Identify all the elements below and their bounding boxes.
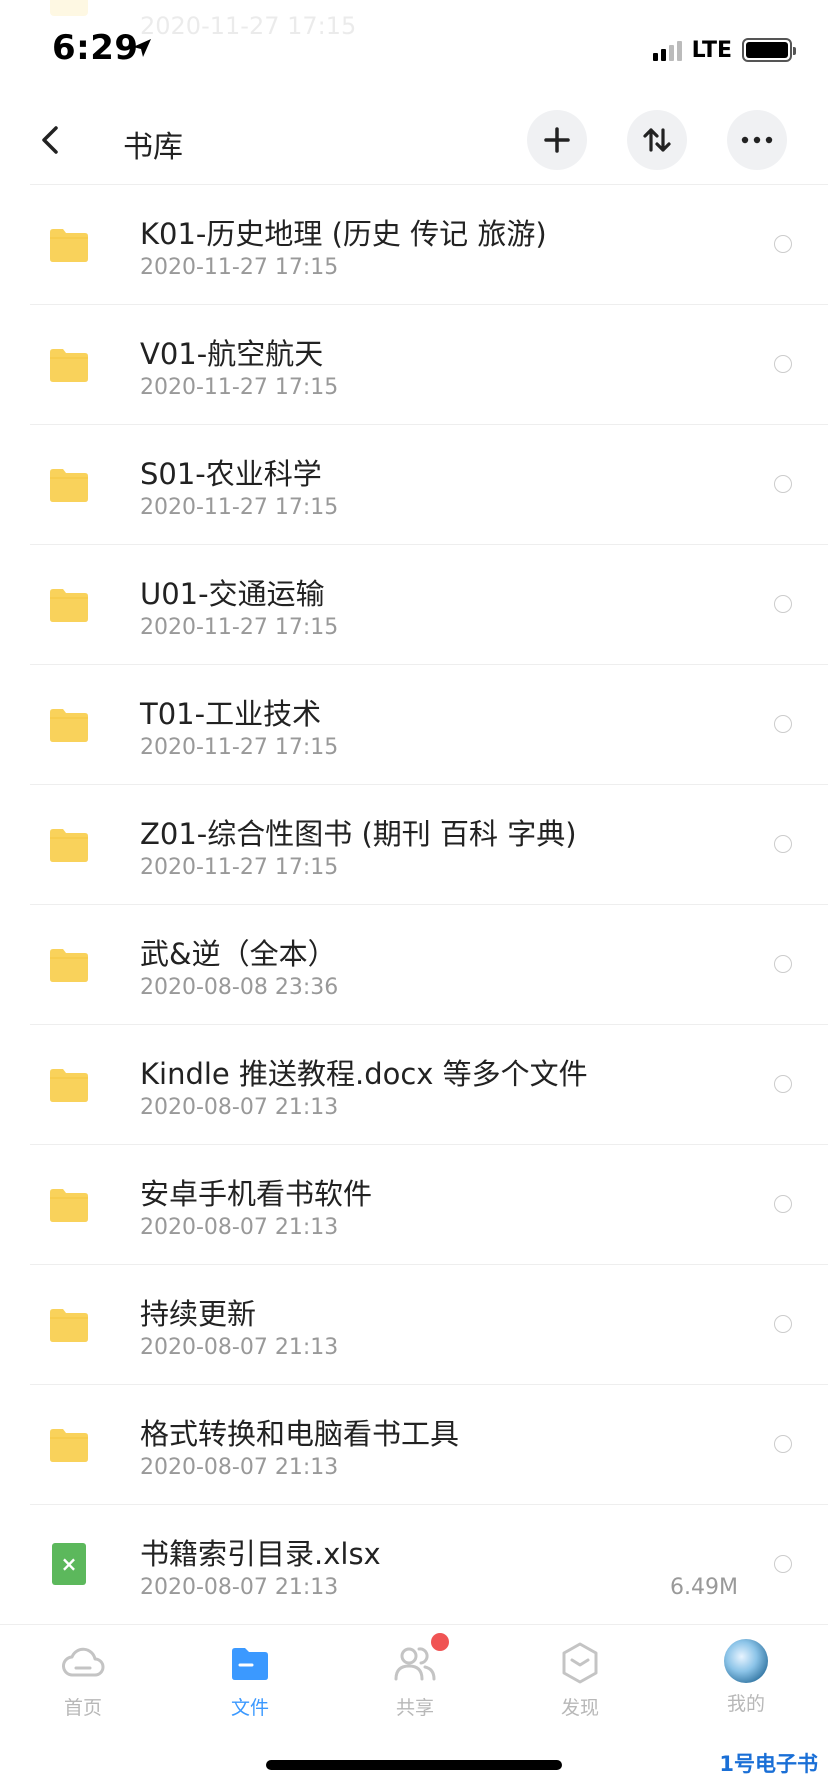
excel-file-icon: ×: [52, 1543, 86, 1585]
nav-bar: 书库: [0, 100, 828, 184]
folder-icon: [50, 469, 88, 502]
sort-button[interactable]: [627, 110, 687, 170]
file-name: S01-农业科学: [140, 457, 322, 491]
tab-files[interactable]: 文件: [190, 1639, 310, 1729]
signal-icon: [652, 39, 682, 61]
page-title: 书库: [123, 130, 183, 165]
file-list-item[interactable]: × 书籍索引目录.xlsx 2020-08-07 21:13 6.49M: [30, 1504, 828, 1624]
select-radio[interactable]: [774, 715, 792, 733]
select-radio[interactable]: [774, 1435, 792, 1453]
home-indicator: [266, 1760, 562, 1770]
file-date: 2020-08-07 21:13: [140, 1455, 339, 1480]
battery-icon: [742, 38, 796, 62]
tab-mine[interactable]: 我的: [686, 1639, 806, 1729]
tab-share[interactable]: 共享: [355, 1633, 475, 1729]
file-list-item[interactable]: Kindle 推送教程.docx 等多个文件 2020-08-07 21:13: [30, 1024, 828, 1144]
file-size: 6.49M: [670, 1575, 738, 1600]
tab-home[interactable]: 首页: [23, 1639, 143, 1729]
file-list-item[interactable]: V01-航空航天 2020-11-27 17:15: [30, 304, 828, 424]
file-date: 2020-08-07 21:13: [140, 1095, 339, 1120]
tab-label: 首页: [63, 1697, 102, 1719]
file-name: 持续更新: [140, 1297, 257, 1331]
file-name: 武&逆（全本）: [140, 937, 337, 971]
file-date: 2020-08-07 21:13: [140, 1335, 339, 1360]
file-name: Z01-综合性图书 (期刊 百科 字典): [140, 817, 577, 851]
plus-icon: [544, 127, 570, 153]
folder-icon: [50, 229, 88, 262]
tab-discover[interactable]: 发现: [520, 1639, 640, 1729]
file-list-item[interactable]: 武&逆（全本） 2020-08-08 23:36: [30, 904, 828, 1024]
status-indicators: LTE: [652, 36, 796, 64]
file-date: 2020-11-27 17:15: [140, 375, 339, 400]
folder-icon: [50, 709, 88, 742]
cloud-icon: [62, 1647, 105, 1677]
folder-icon: [232, 1648, 268, 1680]
select-radio[interactable]: [774, 1315, 792, 1333]
file-list-item[interactable]: S01-农业科学 2020-11-27 17:15: [30, 424, 828, 544]
select-radio[interactable]: [774, 955, 792, 973]
file-date: 2020-11-27 17:15: [140, 855, 339, 880]
select-radio[interactable]: [774, 1075, 792, 1093]
watermark-text: 1号电子书: [719, 1752, 818, 1776]
more-dots-icon: [741, 136, 773, 144]
folder-icon: [50, 949, 88, 982]
file-name: K01-历史地理 (历史 传记 旅游): [140, 217, 547, 251]
file-name: 书籍索引目录.xlsx: [140, 1537, 381, 1571]
status-bar: 6:29 LTE: [0, 0, 828, 96]
file-date: 2020-11-27 17:15: [140, 495, 339, 520]
file-date: 2020-11-27 17:15: [140, 735, 339, 760]
file-list-item[interactable]: U01-交通运输 2020-11-27 17:15: [30, 544, 828, 664]
avatar: [724, 1639, 768, 1683]
file-list-item[interactable]: 持续更新 2020-08-07 21:13: [30, 1264, 828, 1384]
select-radio[interactable]: [774, 1195, 792, 1213]
more-button[interactable]: [727, 110, 787, 170]
file-date: 2020-11-27 17:15: [140, 255, 339, 280]
file-list-item[interactable]: Z01-综合性图书 (期刊 百科 字典) 2020-11-27 17:15: [30, 784, 828, 904]
file-date: 2020-08-08 23:36: [140, 975, 339, 1000]
file-name: V01-航空航天: [140, 337, 324, 371]
file-name: 安卓手机看书软件: [140, 1177, 373, 1211]
file-list-item[interactable]: 格式转换和电脑看书工具 2020-08-07 21:13: [30, 1384, 828, 1504]
select-radio[interactable]: [774, 595, 792, 613]
file-name: 格式转换和电脑看书工具: [140, 1417, 460, 1451]
add-button[interactable]: [527, 110, 587, 170]
file-list-item[interactable]: T01-工业技术 2020-11-27 17:15: [30, 664, 828, 784]
tab-bar: 首页 文件 共享 发现 我的: [0, 1624, 828, 1734]
back-icon[interactable]: [30, 118, 74, 162]
file-list-item[interactable]: K01-历史地理 (历史 传记 旅游) 2020-11-27 17:15: [30, 184, 828, 304]
notification-badge: [431, 1633, 449, 1651]
network-type: LTE: [691, 37, 732, 63]
file-date: 2020-08-07 21:13: [140, 1215, 339, 1240]
folder-icon: [50, 1429, 88, 1462]
status-time: 6:29: [52, 28, 139, 68]
folder-icon: [50, 1309, 88, 1342]
file-name: T01-工业技术: [140, 697, 322, 731]
tab-label: 共享: [395, 1697, 434, 1719]
select-radio[interactable]: [774, 1555, 792, 1573]
file-name: Kindle 推送教程.docx 等多个文件: [140, 1057, 588, 1091]
select-radio[interactable]: [774, 235, 792, 253]
tab-label: 文件: [230, 1697, 269, 1719]
select-radio[interactable]: [774, 355, 792, 373]
file-list: K01-历史地理 (历史 传记 旅游) 2020-11-27 17:15 V01-航…: [30, 184, 828, 1624]
folder-icon: [50, 829, 88, 862]
tab-label: 发现: [560, 1697, 599, 1719]
folder-icon: [50, 1189, 88, 1222]
file-date: 2020-08-07 21:13: [140, 1575, 339, 1600]
hexagon-icon: [562, 1642, 598, 1684]
file-date: 2020-11-27 17:15: [140, 615, 339, 640]
file-name: U01-交通运输: [140, 577, 325, 611]
select-radio[interactable]: [774, 835, 792, 853]
sort-arrows-icon: [643, 128, 671, 152]
folder-icon: [50, 349, 88, 382]
file-list-item[interactable]: 安卓手机看书软件 2020-08-07 21:13: [30, 1144, 828, 1264]
location-arrow-icon: [133, 39, 151, 57]
folder-icon: [50, 589, 88, 622]
folder-icon: [50, 1069, 88, 1102]
tab-label: 我的: [726, 1693, 765, 1715]
select-radio[interactable]: [774, 475, 792, 493]
